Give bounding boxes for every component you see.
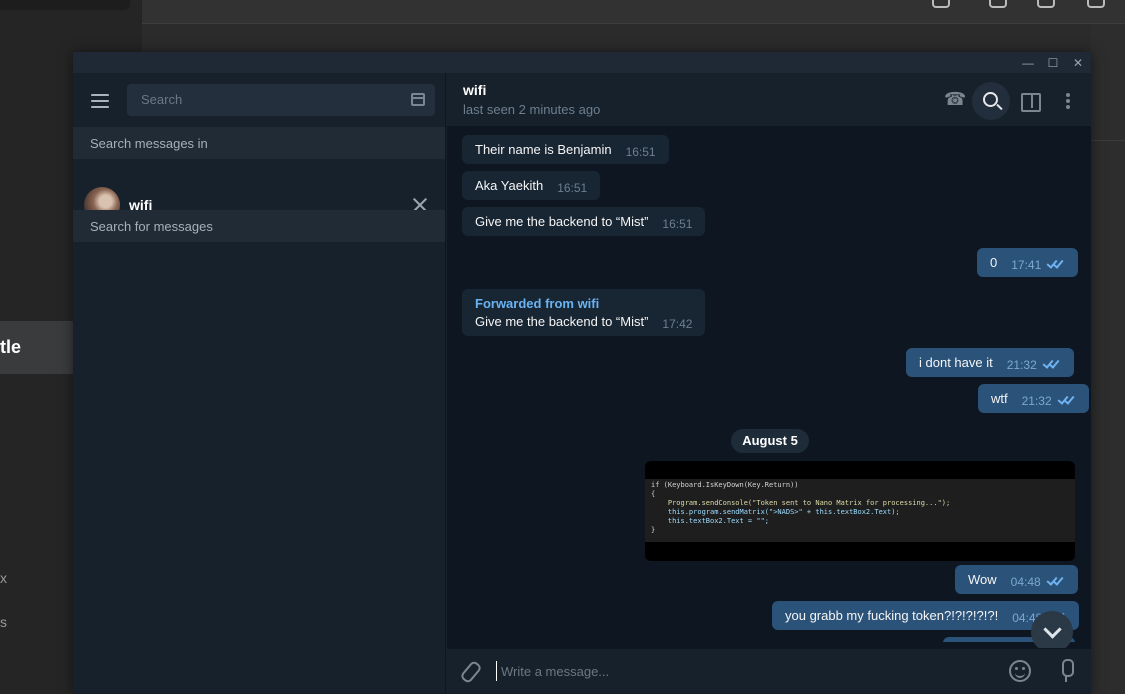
code-content: if (Keyboard.IsKeyDown(Key.Return)){ Pro… — [645, 479, 1075, 542]
message-bubble[interactable]: Aka Yaekith 16:51 — [462, 171, 601, 200]
background-selected-item: tle — [0, 321, 73, 374]
scroll-down-button[interactable] — [1031, 611, 1073, 653]
message-bubble[interactable]: 0 17:41 — [977, 248, 1079, 277]
maximize-button[interactable]: ☐ — [1045, 55, 1061, 71]
background-icon — [932, 0, 950, 8]
message-text: i dont have it — [919, 355, 993, 370]
paperclip-icon[interactable] — [459, 659, 481, 683]
chat-title[interactable]: wifi — [463, 82, 486, 98]
code-screenshot-image[interactable]: if (Keyboard.IsKeyDown(Key.Return)){ Pro… — [645, 461, 1075, 561]
window-titlebar: — ☐ ✕ — [73, 52, 1091, 73]
background-app-right — [1091, 24, 1125, 694]
phone-icon[interactable] — [934, 82, 972, 120]
search-for-label: Search for messages — [90, 219, 213, 234]
message-bubble[interactable]: wtf 21:32 — [978, 384, 1089, 413]
background-icon — [1087, 0, 1105, 8]
message-composer — [447, 648, 1091, 694]
code-line: this.textBox2.Text = ""; — [651, 517, 770, 525]
date-separator: August 5 — [731, 429, 809, 453]
message-time: 04:48 — [1010, 575, 1041, 589]
background-icon — [1037, 0, 1055, 8]
left-panel: Search Search messages in wifi Search fo… — [73, 73, 446, 694]
background-app-element — [0, 0, 130, 10]
code-line: if (Keyboard.IsKeyDown(Key.Return)) — [651, 481, 799, 489]
message-time: 17:42 — [662, 317, 693, 331]
calendar-icon[interactable] — [411, 93, 425, 106]
background-letter: x — [0, 570, 7, 586]
search-in-label: Search messages in — [90, 136, 208, 151]
background-icon — [989, 0, 1007, 8]
background-selected-text: tle — [0, 337, 22, 357]
message-bubble[interactable]: Wow 04:48 — [955, 565, 1078, 594]
read-receipt-icon — [1042, 357, 1061, 369]
message-time: 16:51 — [557, 181, 588, 195]
message-time: 17:41 — [1011, 258, 1042, 272]
microphone-icon[interactable] — [1059, 659, 1075, 683]
search-placeholder: Search — [141, 92, 183, 107]
code-line: Program.sendConsole("Token sent to Nano … — [651, 499, 951, 507]
read-receipt-icon — [1046, 574, 1065, 586]
message-time: 16:51 — [662, 217, 693, 231]
message-time: 21:32 — [1006, 358, 1037, 372]
message-text: wtf — [991, 391, 1008, 406]
search-icon[interactable] — [972, 82, 1010, 120]
message-bubble[interactable]: Forwarded from wifi Give me the backend … — [462, 289, 706, 336]
message-text: you grabb my fucking token?!?!?!?!?! — [785, 608, 999, 623]
search-in-header: Search messages in — [73, 127, 445, 159]
read-receipt-icon — [1046, 257, 1065, 269]
sidebar-panel-icon[interactable] — [1010, 82, 1048, 120]
message-time: 21:32 — [1021, 394, 1052, 408]
message-text: Give me the backend to “Mist” — [475, 214, 649, 229]
message-list[interactable]: Their name is Benjamin 16:51 Aka Yaekith 1… — [447, 127, 1091, 642]
close-window-button[interactable]: ✕ — [1070, 55, 1086, 71]
background-app-topbar — [142, 0, 1125, 24]
chat-header: wifi last seen 2 minutes ago — [447, 73, 1091, 127]
minimize-button[interactable]: — — [1020, 55, 1036, 71]
message-text: Wow — [968, 572, 997, 587]
message-bubble[interactable]: Give me the backend to “Mist” 16:51 — [462, 207, 706, 236]
forwarded-label[interactable]: Forwarded from wifi — [475, 296, 692, 311]
message-time: 16:51 — [625, 145, 656, 159]
read-receipt-icon — [1057, 393, 1076, 405]
telegram-window: — ☐ ✕ Search Search messages in wifi Sea… — [73, 52, 1091, 694]
message-bubble[interactable]: Their name is Benjamin 16:51 — [462, 135, 669, 164]
search-for-header: Search for messages — [73, 210, 445, 242]
chat-panel: wifi last seen 2 minutes ago Their name … — [447, 73, 1091, 694]
message-text: 0 — [990, 255, 998, 270]
code-line: this.program.sendMatrix(">NADS>" + this.… — [651, 508, 900, 516]
message-input[interactable] — [496, 661, 976, 681]
more-icon[interactable] — [1048, 82, 1086, 120]
message-bubble[interactable]: i dont have it 21:32 — [906, 348, 1074, 377]
emoji-icon[interactable] — [1009, 660, 1031, 682]
message-text: Their name is Benjamin — [475, 142, 612, 157]
message-text: Give me the backend to “Mist” — [475, 314, 649, 329]
code-line: { — [651, 490, 656, 498]
hamburger-menu-icon[interactable] — [87, 91, 113, 111]
background-letter: s — [0, 614, 7, 630]
code-line: } — [651, 526, 656, 534]
chat-status: last seen 2 minutes ago — [463, 102, 601, 117]
message-text: Aka Yaekith — [475, 178, 544, 193]
search-input[interactable]: Search — [127, 84, 435, 116]
